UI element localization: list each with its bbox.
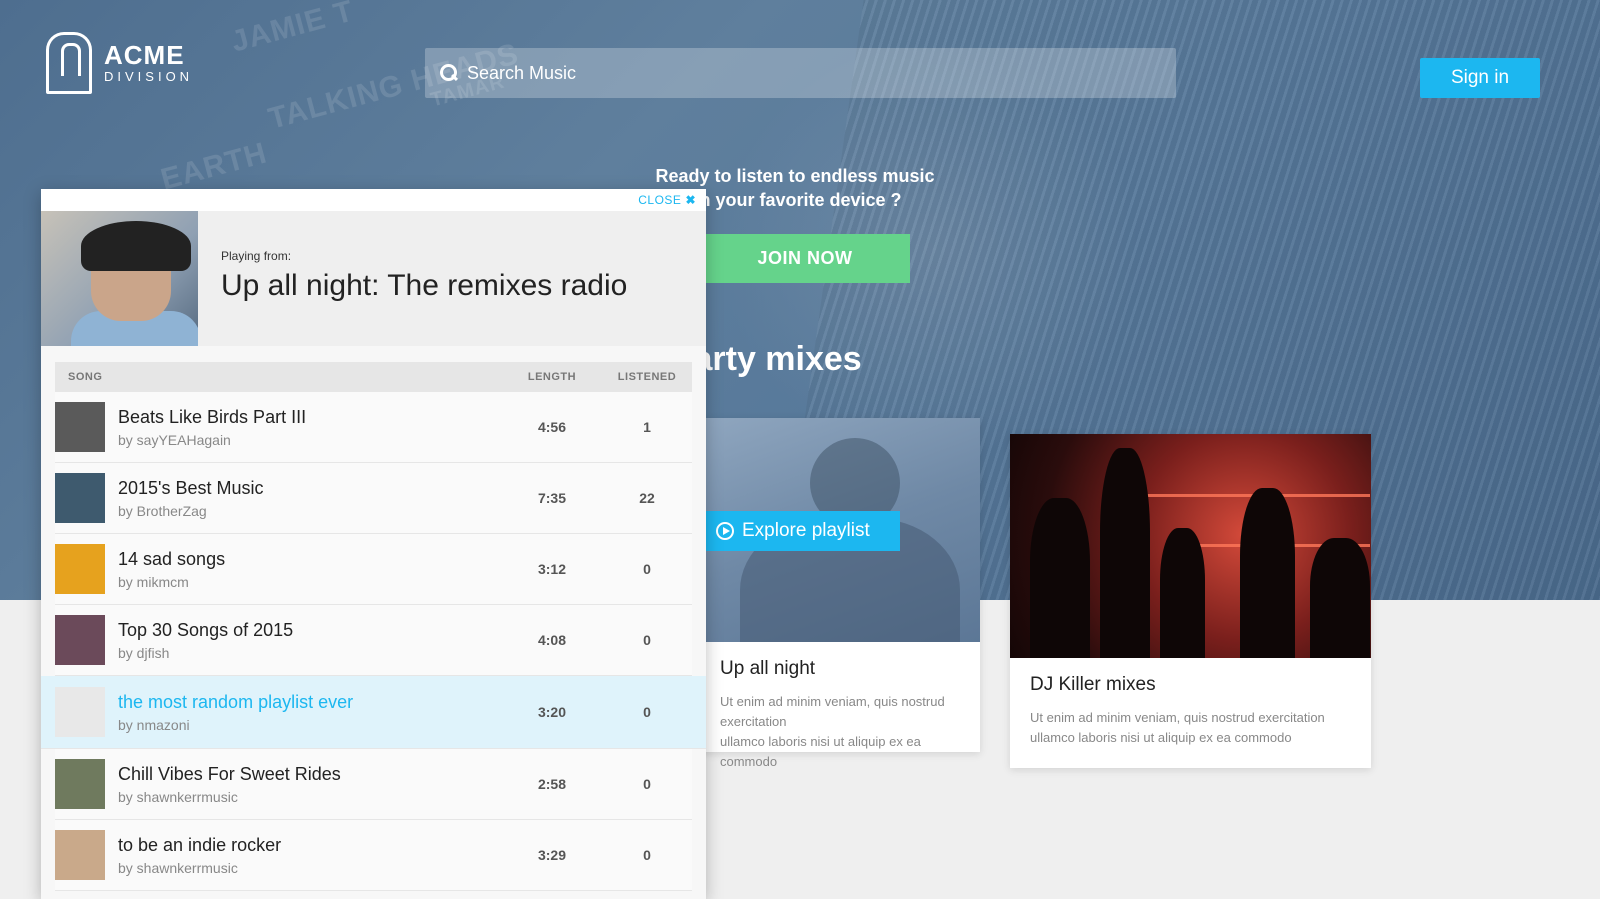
song-title[interactable]: Beats Like Birds Part III	[118, 407, 306, 428]
song-length: 3:20	[537, 704, 567, 720]
logo-icon	[46, 32, 92, 94]
search-input[interactable]	[467, 62, 1147, 84]
song-cell: 14 sad songs by mikmcm	[55, 544, 502, 594]
close-label: CLOSE	[638, 193, 682, 207]
song-author[interactable]: by djfish	[118, 645, 293, 661]
song-author[interactable]: by shawnkerrmusic	[118, 789, 341, 805]
song-listened: 0	[643, 847, 651, 863]
song-length: 7:35	[537, 490, 567, 506]
song-cell: the most random playlist ever by nmazoni	[55, 687, 502, 737]
song-listened: 0	[643, 776, 651, 792]
playlist-card[interactable]: Up all night Ut enim ad minim veniam, qu…	[700, 418, 980, 769]
song-table: SONG LENGTH LISTENED Beats Like Birds Pa…	[41, 362, 706, 891]
table-header: SONG LENGTH LISTENED	[55, 362, 692, 392]
song-author[interactable]: by BrotherZag	[118, 503, 264, 519]
table-row[interactable]: the most random playlist ever by nmazoni 3…	[41, 676, 706, 749]
card-description-line: ullamco laboris nisi ut aliquip ex ea co…	[720, 734, 921, 769]
join-now-button[interactable]: JOIN NOW	[700, 234, 910, 283]
song-length: 3:12	[537, 561, 567, 577]
table-row[interactable]: to be an indie rocker by shawnkerrmusic 3:…	[55, 820, 692, 891]
song-cell: 2015's Best Music by BrotherZag	[55, 473, 502, 523]
song-author[interactable]: by shawnkerrmusic	[118, 860, 281, 876]
table-row[interactable]: 14 sad songs by mikmcm 3:12 0	[55, 534, 692, 605]
song-title[interactable]: Chill Vibes For Sweet Rides	[118, 764, 341, 785]
song-title[interactable]: 2015's Best Music	[118, 478, 264, 499]
card-description: Ut enim ad minim veniam, quis nostrud ex…	[700, 686, 980, 778]
song-thumbnail	[55, 687, 105, 737]
song-list: Beats Like Birds Part III by sayYEAHagain…	[41, 392, 706, 891]
song-listened: 22	[639, 490, 655, 506]
column-listened[interactable]: LISTENED	[602, 371, 692, 383]
bg-word: JAMIE T	[227, 0, 358, 59]
search-icon	[439, 63, 459, 83]
card-image	[1010, 434, 1371, 658]
station-cover-image	[41, 211, 198, 346]
song-title[interactable]: the most random playlist ever	[118, 692, 353, 713]
song-title[interactable]: 14 sad songs	[118, 549, 225, 570]
column-song[interactable]: SONG	[55, 371, 502, 383]
song-cell: Beats Like Birds Part III by sayYEAHagain	[55, 402, 502, 452]
station-name: Up all night: The remixes radio	[221, 269, 628, 302]
song-thumbnail	[55, 473, 105, 523]
close-icon: ✖	[685, 193, 696, 207]
song-thumbnail	[55, 615, 105, 665]
card-title: Up all night	[720, 658, 816, 679]
song-thumbnail	[55, 759, 105, 809]
search-bar[interactable]	[425, 48, 1176, 98]
card-description-line: Ut enim ad minim veniam, quis nostrud ex…	[720, 694, 945, 729]
song-length: 4:56	[537, 419, 567, 435]
close-button[interactable]: CLOSE ✖	[638, 193, 696, 207]
song-length: 4:08	[537, 632, 567, 648]
table-row[interactable]: 2015's Best Music by BrotherZag 7:35 22	[55, 463, 692, 534]
song-listened: 0	[643, 561, 651, 577]
table-row[interactable]: Chill Vibes For Sweet Rides by shawnkerrm…	[55, 749, 692, 820]
song-cell: Top 30 Songs of 2015 by djfish	[55, 615, 502, 665]
explore-playlist-button[interactable]: Explore playlist	[700, 511, 900, 551]
song-listened: 0	[643, 704, 651, 720]
cta-line-1: Ready to listen to endless music	[655, 166, 935, 186]
song-cell: Chill Vibes For Sweet Rides by shawnkerrm…	[55, 759, 502, 809]
explore-playlist-label: Explore playlist	[742, 520, 870, 541]
song-listened: 1	[643, 419, 651, 435]
brand-logo[interactable]: ACME DIVISION	[46, 32, 193, 94]
card-description: Ut enim ad minim veniam, quis nostrud ex…	[1010, 702, 1371, 754]
song-title[interactable]: Top 30 Songs of 2015	[118, 620, 293, 641]
song-cell: to be an indie rocker by shawnkerrmusic	[55, 830, 502, 880]
song-author[interactable]: by mikmcm	[118, 574, 225, 590]
card-description-line: ullamco laboris nisi ut aliquip ex ea co…	[1030, 730, 1292, 745]
brand-subtitle: DIVISION	[104, 69, 194, 84]
table-row[interactable]: Top 30 Songs of 2015 by djfish 4:08 0	[55, 605, 692, 676]
song-thumbnail	[55, 402, 105, 452]
player-panel: CLOSE ✖ Playing from: Up all night: The r…	[41, 189, 706, 899]
song-thumbnail	[55, 544, 105, 594]
song-author[interactable]: by nmazoni	[118, 717, 353, 733]
brand-title: ACME	[104, 40, 185, 70]
table-row[interactable]: Beats Like Birds Part III by sayYEAHagain…	[55, 392, 692, 463]
song-length: 2:58	[537, 776, 567, 792]
song-listened: 0	[643, 632, 651, 648]
signin-button[interactable]: Sign in	[1420, 58, 1540, 98]
play-circle-icon	[716, 522, 734, 540]
song-thumbnail	[55, 830, 105, 880]
song-length: 3:29	[537, 847, 567, 863]
player-header: Playing from: Up all night: The remixes …	[41, 211, 706, 346]
card-title: DJ Killer mixes	[1030, 674, 1156, 695]
card-description-line: Ut enim ad minim veniam, quis nostrud ex…	[1030, 710, 1325, 725]
playlist-card[interactable]: DJ Killer mixes Ut enim ad minim veniam,…	[1010, 434, 1371, 768]
playing-from-label: Playing from:	[221, 249, 292, 263]
song-title[interactable]: to be an indie rocker	[118, 835, 281, 856]
column-length[interactable]: LENGTH	[502, 371, 602, 383]
song-author[interactable]: by sayYEAHagain	[118, 432, 306, 448]
